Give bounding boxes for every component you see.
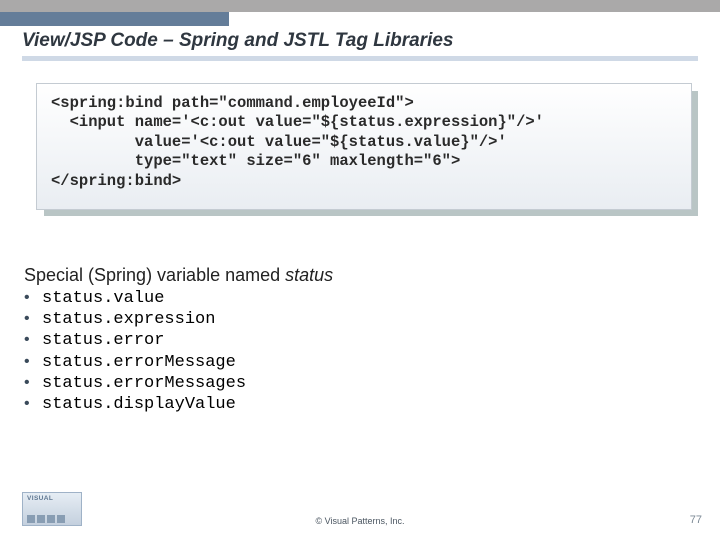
footer-copyright: © Visual Patterns, Inc.	[0, 516, 720, 526]
section-status-word: status	[285, 265, 333, 285]
list-item: status.expression	[24, 309, 720, 330]
top-bar	[0, 0, 720, 26]
top-bar-stripe-gray	[0, 0, 720, 12]
list-item: status.value	[24, 288, 720, 309]
code-line: </spring:bind>	[51, 172, 181, 190]
code-line: <input name='<c:out value="${status.expr…	[51, 113, 544, 131]
var-name: status.displayValue	[42, 395, 236, 414]
top-bar-stripe-slate	[0, 12, 229, 26]
page-title: View/JSP Code – Spring and JSTL Tag Libr…	[22, 30, 720, 52]
logo-text: VISUAL	[27, 495, 77, 502]
section-heading: Special (Spring) variable named status	[24, 265, 720, 286]
var-name: status.expression	[42, 310, 215, 329]
list-item: status.error	[24, 330, 720, 351]
code-line: type="text" size="6" maxlength="6">	[51, 152, 460, 170]
var-name: status.errorMessages	[42, 374, 246, 393]
page-number: 77	[690, 514, 702, 526]
var-name: status.value	[42, 289, 164, 308]
list-item: status.displayValue	[24, 394, 720, 415]
section-prefix: Special (Spring) variable named	[24, 265, 285, 285]
var-name: status.error	[42, 331, 164, 350]
status-vars-list: status.value status.expression status.er…	[24, 288, 720, 416]
code-block: <spring:bind path="command.employeeId"> …	[51, 94, 677, 191]
list-item: status.errorMessages	[24, 373, 720, 394]
code-line: <spring:bind path="command.employeeId">	[51, 94, 414, 112]
list-item: status.errorMessage	[24, 352, 720, 373]
code-line: value='<c:out value="${status.value}"/>'	[51, 133, 507, 151]
title-rule	[22, 56, 698, 61]
code-box: <spring:bind path="command.employeeId"> …	[36, 83, 692, 210]
var-name: status.errorMessage	[42, 353, 236, 372]
